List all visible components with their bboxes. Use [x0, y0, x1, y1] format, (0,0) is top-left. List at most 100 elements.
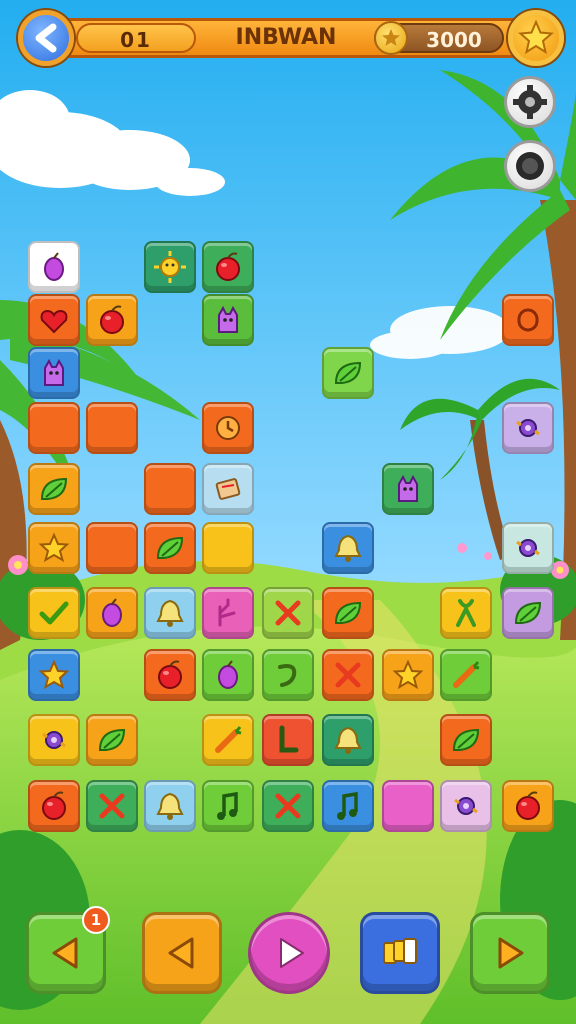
gear-icon: [513, 85, 547, 119]
arrow-left-icon: [52, 937, 78, 969]
note-icon: [217, 791, 238, 820]
bell-icon: [156, 792, 184, 820]
check-icon: [39, 601, 69, 625]
arrow-right-icon: [498, 937, 524, 969]
game-tile[interactable]: [144, 522, 196, 574]
game-tile[interactable]: [28, 294, 80, 346]
game-tile[interactable]: [86, 780, 138, 832]
game-tile[interactable]: [322, 649, 374, 701]
grape-icon: [102, 598, 122, 627]
apple-icon: [158, 660, 182, 689]
candy-icon: [516, 419, 540, 437]
candy-icon: [516, 539, 540, 557]
cross-icon: [335, 662, 361, 688]
apple-icon: [516, 791, 540, 820]
game-tile[interactable]: [322, 780, 374, 832]
game-tile[interactable]: [322, 522, 374, 574]
game-tile[interactable]: [202, 241, 254, 293]
star-icon: [518, 19, 554, 55]
game-tile[interactable]: [28, 649, 80, 701]
back-button[interactable]: [18, 10, 74, 66]
settings-button[interactable]: [504, 76, 556, 128]
game-tile[interactable]: [202, 587, 254, 639]
game-tile[interactable]: [502, 587, 554, 639]
game-tile[interactable]: [144, 649, 196, 701]
game-tile[interactable]: [440, 714, 492, 766]
game-tile[interactable]: [86, 522, 138, 574]
game-tile[interactable]: [202, 463, 254, 515]
game-tile[interactable]: [322, 714, 374, 766]
star-button[interactable]: [508, 10, 564, 66]
hook-icon: [278, 664, 297, 687]
leaf-icon: [334, 361, 362, 384]
leaf-icon: [514, 601, 542, 624]
arrow-left-icon: [168, 937, 194, 969]
heart-icon: [40, 309, 68, 334]
game-tile[interactable]: [28, 714, 80, 766]
bell-icon: [156, 599, 184, 627]
game-tile[interactable]: [28, 780, 80, 832]
bell-icon: [334, 726, 362, 754]
creature-icon: [44, 358, 64, 386]
game-tile[interactable]: [262, 780, 314, 832]
note-icon: [337, 791, 358, 820]
game-tile[interactable]: [202, 714, 254, 766]
game-tile[interactable]: [86, 294, 138, 346]
game-tile[interactable]: [502, 294, 554, 346]
game-tile[interactable]: [28, 241, 80, 293]
apple-icon: [100, 305, 124, 334]
shuffle-button[interactable]: [360, 912, 440, 994]
game-tile[interactable]: [202, 294, 254, 346]
game-tile[interactable]: [382, 463, 434, 515]
letterL-icon: [279, 725, 299, 753]
game-tile[interactable]: [502, 402, 554, 454]
play-icon: [280, 938, 304, 968]
ring-icon: [517, 308, 539, 332]
creature-icon: [398, 474, 418, 502]
game-tile[interactable]: [502, 522, 554, 574]
apple-icon: [42, 791, 66, 820]
apple-icon: [216, 252, 240, 281]
leaf-icon: [156, 536, 184, 559]
undo-button[interactable]: [142, 912, 222, 994]
game-tile[interactable]: [440, 649, 492, 701]
star-icon: [38, 532, 70, 563]
game-tile[interactable]: [502, 780, 554, 832]
game-tile[interactable]: [86, 587, 138, 639]
game-tile[interactable]: [202, 522, 254, 574]
game-tile[interactable]: [202, 649, 254, 701]
game-tile[interactable]: [202, 402, 254, 454]
game-tile[interactable]: [440, 587, 492, 639]
game-tile[interactable]: [28, 463, 80, 515]
game-tile[interactable]: [28, 522, 80, 574]
game-tile[interactable]: [202, 780, 254, 832]
creature-icon: [218, 305, 238, 333]
coral-icon: [218, 598, 236, 627]
game-tile[interactable]: [382, 780, 434, 832]
sound-button[interactable]: [504, 140, 556, 192]
game-tile[interactable]: [28, 402, 80, 454]
game-tile[interactable]: [86, 714, 138, 766]
game-tile[interactable]: [262, 587, 314, 639]
game-tile[interactable]: [144, 241, 196, 293]
game-tile[interactable]: [262, 649, 314, 701]
game-tile[interactable]: [28, 587, 80, 639]
game-tile[interactable]: [382, 649, 434, 701]
game-tile[interactable]: [322, 347, 374, 399]
game-tile[interactable]: [144, 463, 196, 515]
game-tile[interactable]: [262, 714, 314, 766]
game-background: [0, 0, 576, 1024]
leaf-icon: [334, 601, 362, 624]
play-button[interactable]: [248, 912, 330, 994]
game-tile[interactable]: [28, 347, 80, 399]
game-tile[interactable]: [86, 402, 138, 454]
candy-icon: [42, 731, 66, 749]
next-button[interactable]: [470, 912, 550, 994]
shuffle-icon: [383, 938, 417, 964]
game-tile[interactable]: [144, 780, 196, 832]
game-tile[interactable]: [440, 780, 492, 832]
game-tile[interactable]: [322, 587, 374, 639]
game-tile[interactable]: [144, 587, 196, 639]
leaf-icon: [98, 728, 126, 751]
level-title: INBWAN: [235, 25, 337, 50]
